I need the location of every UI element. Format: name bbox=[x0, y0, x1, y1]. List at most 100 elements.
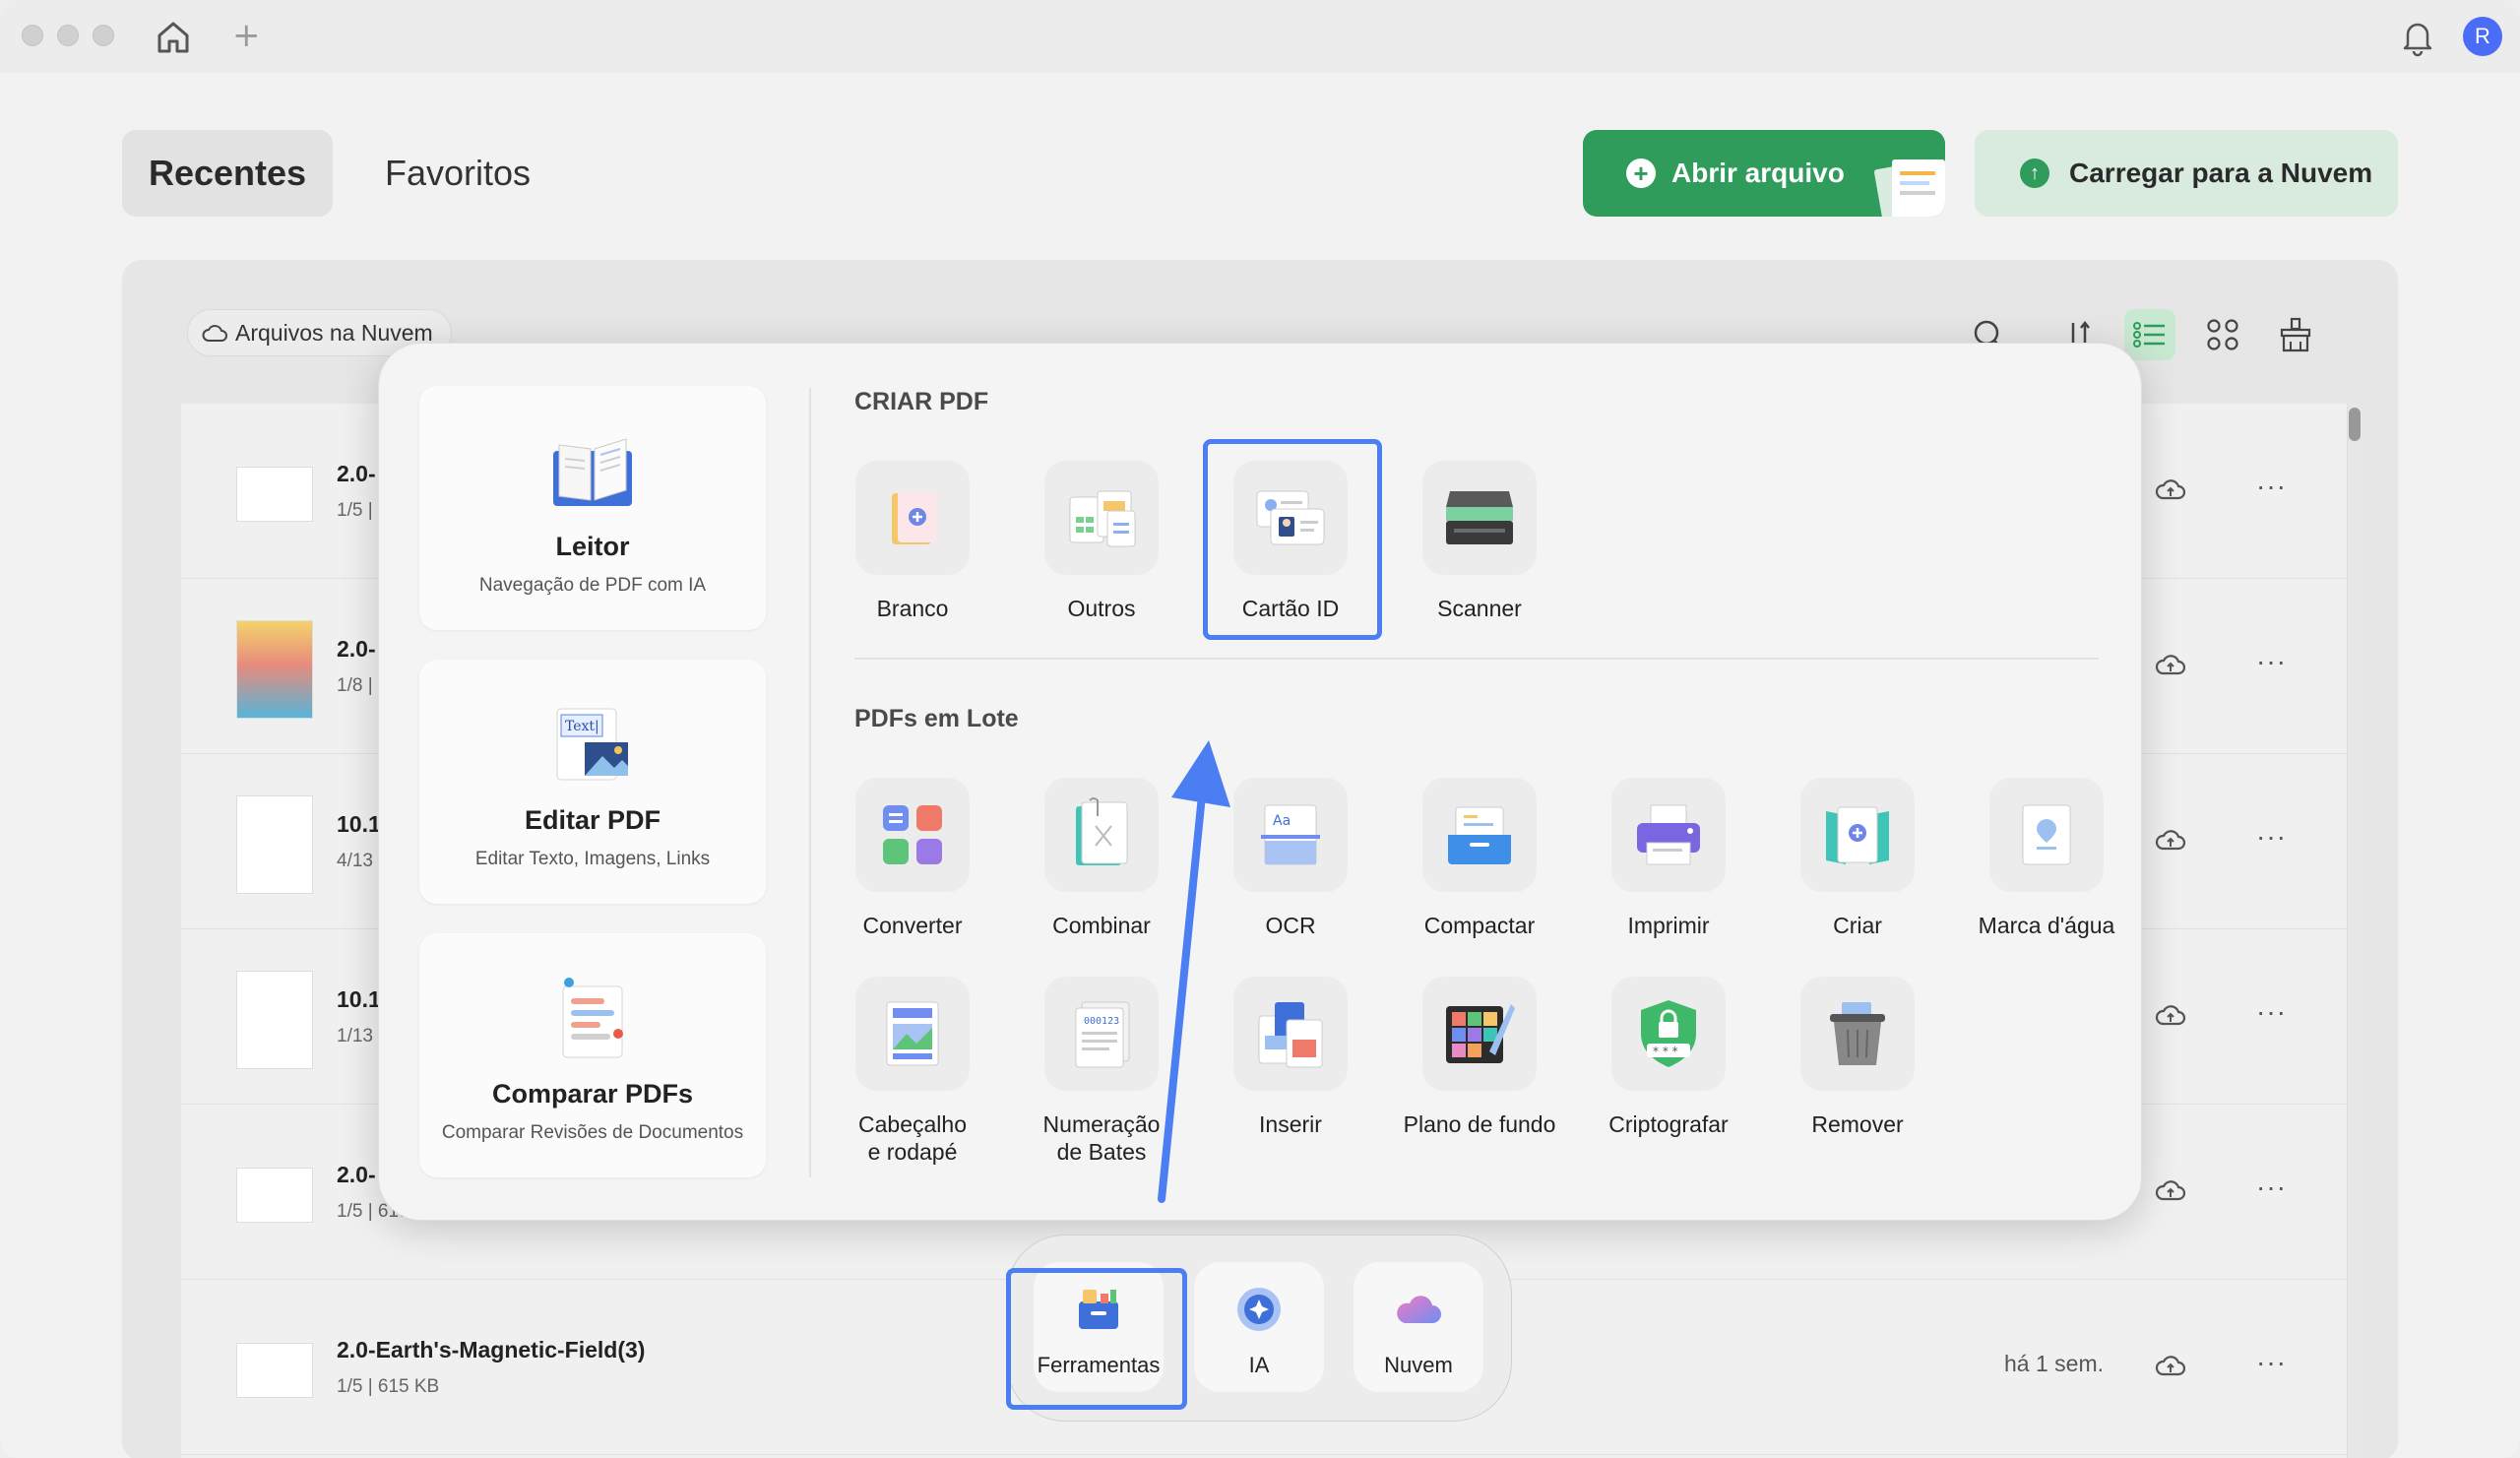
cloud-upload-icon[interactable] bbox=[2155, 1002, 2186, 1028]
file-thumbnail bbox=[236, 1343, 313, 1398]
file-meta: 1/5 | 615 KB bbox=[337, 1376, 440, 1397]
upload-cloud-button[interactable]: ↑ Carregar para a Nuvem bbox=[1975, 130, 2398, 217]
open-file-button[interactable]: + Abrir arquivo bbox=[1583, 130, 1945, 217]
window-minimize-button[interactable] bbox=[57, 25, 79, 46]
scrollbar-thumb[interactable] bbox=[2349, 408, 2361, 441]
batch-pdfs-section-title: PDFs em Lote bbox=[854, 705, 1019, 732]
cloud-icon bbox=[1397, 1296, 1441, 1323]
blank-page-icon bbox=[892, 491, 937, 544]
svg-text:000123: 000123 bbox=[1084, 1016, 1119, 1027]
edit-pdf-title: Editar PDF bbox=[524, 805, 662, 835]
file-thumbnail bbox=[236, 795, 313, 894]
new-tab-plus-icon[interactable]: + bbox=[232, 16, 261, 55]
window-zoom-button[interactable] bbox=[93, 25, 114, 46]
dock-cloud-label: Nuvem bbox=[1384, 1353, 1453, 1377]
create-scanner-label: Scanner bbox=[1437, 596, 1522, 621]
file-meta: 1/5 | bbox=[337, 500, 373, 521]
bell-icon[interactable] bbox=[2400, 18, 2435, 57]
batch-print-tile[interactable]: Imprimir bbox=[1575, 778, 1762, 939]
open-file-label: Abrir arquivo bbox=[1671, 158, 1845, 188]
more-options-icon[interactable]: ··· bbox=[2256, 996, 2287, 1028]
batch-header-footer-tile[interactable]: Cabeçalho e rodapé bbox=[819, 977, 1006, 1166]
more-options-icon[interactable]: ··· bbox=[2256, 821, 2287, 853]
edit-pdf-card[interactable]: Text| Editar PDF Editar Texto, Imagens, … bbox=[419, 660, 766, 904]
batch-create-label: Criar bbox=[1833, 913, 1882, 938]
open-book-icon bbox=[553, 438, 632, 506]
file-thumbnail bbox=[236, 620, 313, 719]
background-palette-icon bbox=[1446, 1004, 1515, 1063]
cloud-upload-icon[interactable] bbox=[2155, 1177, 2186, 1203]
file-name: 10.1 bbox=[337, 811, 381, 837]
file-meta: 4/13 bbox=[337, 851, 373, 871]
insert-pages-icon bbox=[1258, 1002, 1323, 1068]
more-options-icon[interactable]: ··· bbox=[2256, 471, 2287, 502]
convert-icon bbox=[883, 805, 942, 864]
file-meta: 1/13 bbox=[337, 1026, 373, 1046]
edit-text-image-icon: Text| bbox=[556, 708, 628, 781]
popover-divider-horizontal bbox=[854, 658, 2099, 660]
id-card-highlight-box bbox=[1203, 439, 1382, 640]
annotation-arrow bbox=[1158, 740, 1230, 1203]
window-close-button[interactable] bbox=[22, 25, 43, 46]
compare-pdfs-card[interactable]: Comparar PDFs Comparar Revisões de Docum… bbox=[419, 933, 766, 1177]
batch-header-footer-label: Cabeçalho e rodapé bbox=[858, 1111, 967, 1165]
batch-convert-label: Converter bbox=[862, 913, 963, 938]
more-options-icon[interactable]: ··· bbox=[2256, 1172, 2287, 1203]
batch-compress-tile[interactable]: Compactar bbox=[1386, 778, 1573, 939]
file-name: 2.0-Earth's-Magnetic-Field(3) bbox=[337, 1337, 646, 1363]
create-others-label: Outros bbox=[1067, 596, 1136, 621]
dock-ai-label: IA bbox=[1248, 1353, 1270, 1377]
popover-divider-vertical bbox=[809, 388, 811, 1177]
other-files-icon bbox=[1069, 490, 1136, 547]
edit-pdf-subtitle: Editar Texto, Imagens, Links bbox=[474, 849, 711, 869]
create-blank-tile[interactable]: Branco bbox=[819, 461, 1006, 622]
batch-create-tile[interactable]: Criar bbox=[1764, 778, 1951, 939]
batch-encrypt-label: Criptografar bbox=[1608, 1111, 1729, 1137]
batch-compress-label: Compactar bbox=[1423, 913, 1536, 938]
encrypt-shield-icon: * * * bbox=[1641, 1000, 1696, 1067]
compare-documents-icon bbox=[562, 978, 623, 1058]
header-footer-icon bbox=[886, 1001, 939, 1066]
create-blank-label: Branco bbox=[876, 596, 949, 621]
batch-watermark-tile[interactable]: Marca d'água bbox=[1953, 778, 2140, 939]
tab-favorites[interactable]: Favoritos bbox=[374, 130, 541, 217]
svg-text:Aa: Aa bbox=[1273, 813, 1291, 829]
cloud-upload-icon[interactable] bbox=[2155, 827, 2186, 853]
list-view-icon[interactable] bbox=[2124, 309, 2175, 360]
list-scrollbar[interactable] bbox=[2347, 404, 2362, 1458]
printer-icon bbox=[1637, 804, 1700, 865]
cloud-upload-icon[interactable] bbox=[2155, 476, 2186, 502]
create-pdf-section-title: CRIAR PDF bbox=[854, 388, 989, 415]
file-name: 2.0- bbox=[337, 636, 376, 662]
batch-remove-tile[interactable]: Remover bbox=[1764, 977, 1951, 1138]
compare-pdfs-subtitle: Comparar Revisões de Documentos bbox=[441, 1122, 744, 1143]
scanner-icon bbox=[1446, 491, 1513, 544]
ai-assistant-icon bbox=[1237, 1288, 1281, 1331]
cloud-icon bbox=[202, 325, 227, 342]
batch-background-tile[interactable]: Plano de fundo bbox=[1386, 977, 1573, 1138]
tab-recent[interactable]: Recentes bbox=[122, 130, 333, 217]
reader-card[interactable]: Leitor Navegação de PDF com IA bbox=[419, 386, 766, 630]
app-window: + R Recentes Favoritos + Abrir arquivo ↑… bbox=[0, 0, 2520, 1458]
dock-ai-button[interactable]: IA bbox=[1194, 1262, 1324, 1392]
dock-cloud-button[interactable]: Nuvem bbox=[1354, 1262, 1483, 1392]
cloud-upload-icon[interactable] bbox=[2155, 652, 2186, 677]
home-icon[interactable] bbox=[154, 18, 193, 57]
compare-pdfs-title: Comparar PDFs bbox=[491, 1079, 694, 1109]
more-options-icon[interactable]: ··· bbox=[2256, 1347, 2287, 1378]
create-others-tile[interactable]: Outros bbox=[1008, 461, 1195, 622]
create-scanner-tile[interactable]: Scanner bbox=[1386, 461, 1573, 622]
batch-background-label: Plano de fundo bbox=[1403, 1111, 1556, 1137]
clean-brush-icon[interactable] bbox=[2270, 309, 2321, 360]
user-avatar[interactable]: R bbox=[2463, 17, 2502, 56]
batch-encrypt-tile[interactable]: * * * Criptografar bbox=[1575, 977, 1762, 1138]
document-illustration-icon bbox=[1873, 159, 1945, 217]
plus-circle-icon: + bbox=[1626, 158, 1656, 188]
more-options-icon[interactable]: ··· bbox=[2256, 646, 2287, 677]
batch-convert-tile[interactable]: Converter bbox=[819, 778, 1006, 939]
cloud-upload-icon[interactable] bbox=[2155, 1353, 2186, 1378]
tools-highlight-box bbox=[1006, 1268, 1187, 1410]
ocr-icon: Aa bbox=[1261, 804, 1320, 865]
batch-remove-label: Remover bbox=[1811, 1111, 1904, 1137]
grid-view-icon[interactable] bbox=[2197, 309, 2248, 360]
